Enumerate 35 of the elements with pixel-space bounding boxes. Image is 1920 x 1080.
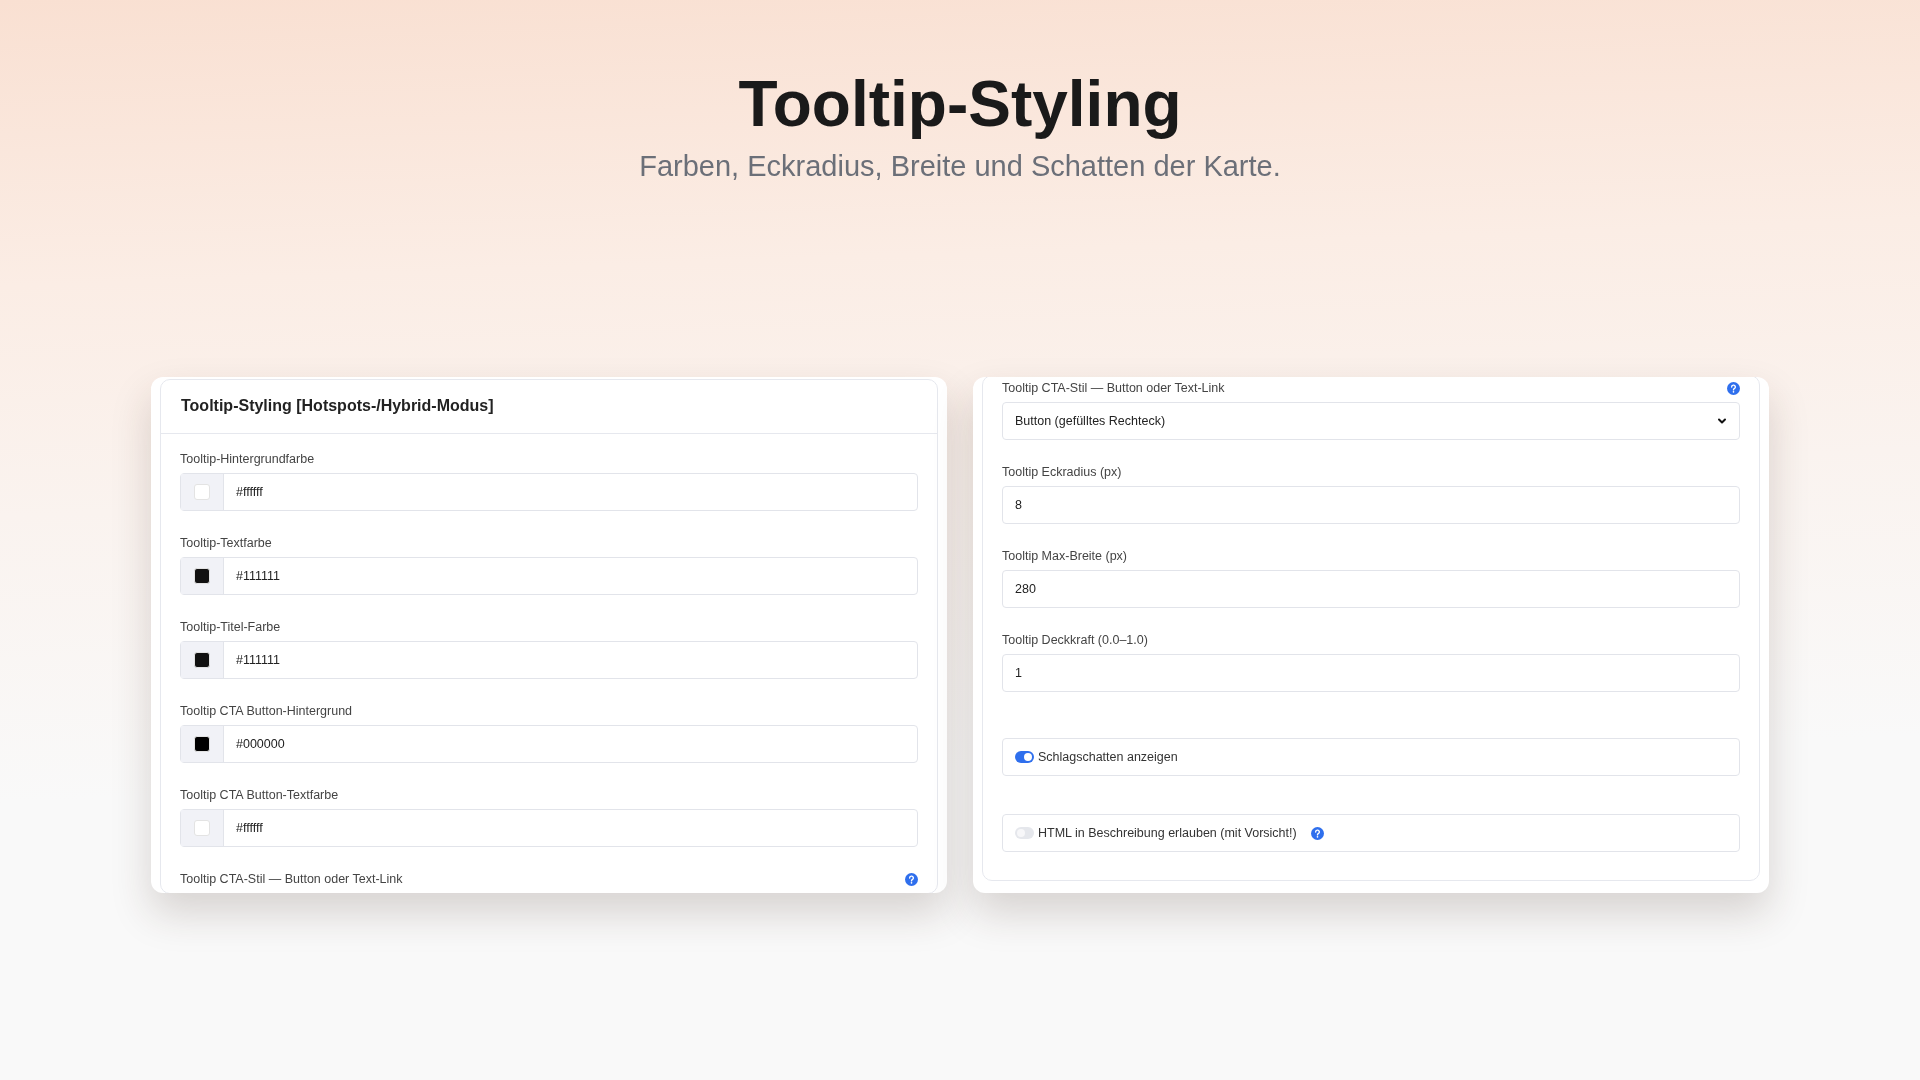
help-icon[interactable] (1310, 826, 1324, 840)
color-field[interactable]: #111111 (180, 641, 918, 679)
help-icon[interactable] (1727, 381, 1740, 395)
field-label: Tooltip Deckkraft (0.0–1.0) (1002, 633, 1148, 647)
card-title: Tooltip-Styling [Hotspots-/Hybrid-Modus] (181, 397, 494, 414)
field-label: Tooltip Eckradius (px) (1002, 465, 1122, 479)
toggle-switch[interactable] (1015, 751, 1034, 763)
color-field[interactable]: #111111 (180, 557, 918, 595)
input-field[interactable]: 8 (1002, 486, 1740, 524)
select-field[interactable]: Button (gefülltes Rechteck) (1002, 402, 1740, 440)
field-label: Tooltip CTA Button-Hintergrund (180, 704, 353, 718)
field-label: Tooltip-Titel-Farbe (180, 620, 281, 634)
field-label: Tooltip-Hintergrundfarbe (180, 452, 315, 466)
input-field[interactable]: 1 (1002, 654, 1740, 692)
field-label: Tooltip CTA-Stil — Button oder Text-Link (1002, 381, 1225, 395)
page-title: Tooltip-Styling (738, 68, 1182, 140)
field-label: Tooltip CTA Button-Textfarbe (180, 788, 339, 802)
color-field[interactable]: #000000 (180, 725, 918, 763)
color-swatch[interactable] (194, 820, 210, 836)
toggle-switch[interactable] (1015, 827, 1034, 839)
page-subtitle: Farben, Eckradius, Breite und Schatten der Karte. (639, 150, 1281, 183)
color-field[interactable]: #ffffff (180, 809, 918, 847)
field-label: Tooltip Max-Breite (px) (1002, 549, 1128, 563)
field-label: Tooltip-Textfarbe (180, 536, 272, 550)
color-field[interactable]: #ffffff (180, 473, 918, 511)
help-icon[interactable] (905, 872, 918, 886)
color-swatch[interactable] (194, 484, 210, 500)
color-swatch[interactable] (194, 652, 210, 668)
toggle-label: HTML in Beschreibung erlauben (mit Vorsicht!) (1038, 826, 1297, 840)
input-field[interactable]: 280 (1002, 570, 1740, 608)
chevron-down-icon (1717, 416, 1727, 426)
toggle-label: Schlagschatten anzeigen (1038, 750, 1178, 764)
color-swatch[interactable] (194, 736, 210, 752)
field-label: Tooltip CTA-Stil — Button oder Text-Link (180, 872, 403, 886)
color-swatch[interactable] (194, 568, 210, 584)
